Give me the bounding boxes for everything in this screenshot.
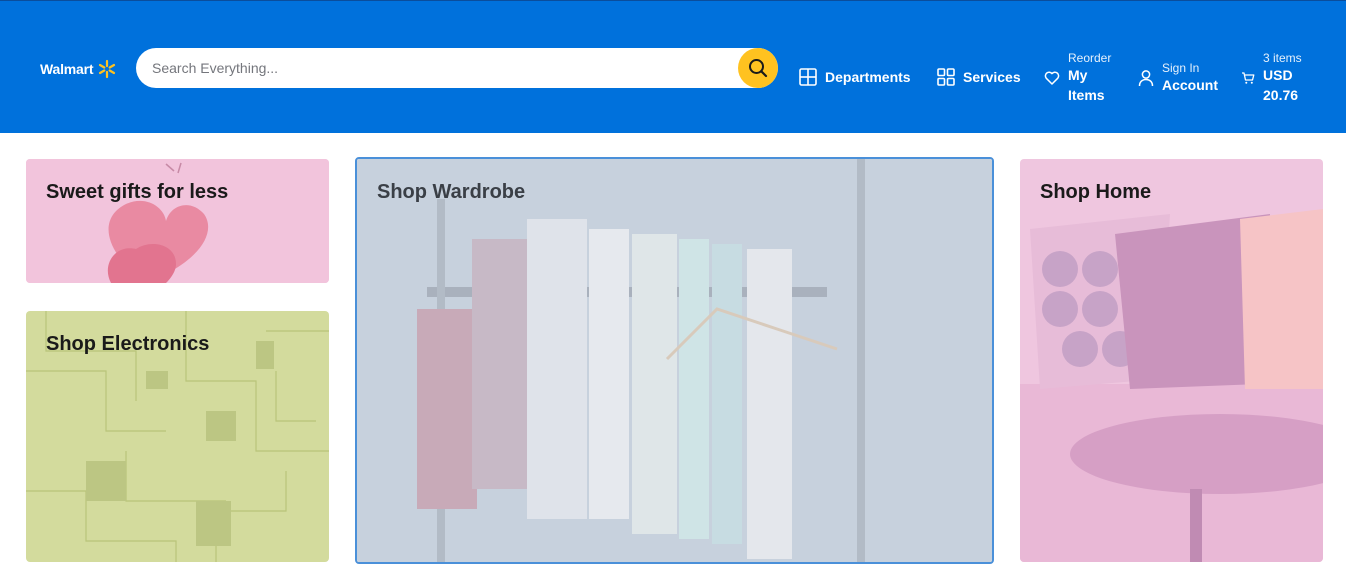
shop-home-title: Shop Home (1040, 181, 1152, 203)
cart-currency: USD (1263, 67, 1293, 83)
search-bar (136, 48, 778, 88)
shop-wardrobe-tile[interactable]: Shop Wardrobe (355, 157, 994, 564)
services-icon (937, 68, 955, 86)
shop-wardrobe-title: Shop Wardrobe (377, 181, 526, 203)
departments-label: Departments (825, 69, 911, 85)
cart-count: 3 items (1263, 51, 1302, 65)
heart-balloons-image (26, 159, 329, 283)
search-icon (749, 59, 768, 78)
services-label: Services (963, 69, 1021, 85)
account-button[interactable]: Sign In Account (1138, 61, 1218, 95)
shop-home-tile[interactable]: Shop Home (1020, 159, 1323, 562)
signin-small-label: Sign In (1162, 61, 1200, 75)
cart-icon (1242, 72, 1255, 84)
departments-button[interactable]: Departments (799, 68, 911, 86)
reorder-line1: My (1068, 67, 1088, 83)
search-input[interactable] (152, 48, 732, 88)
sofa-pillows-image (1020, 159, 1323, 562)
search-button[interactable] (738, 48, 778, 88)
logo-text: Walmart (40, 61, 94, 77)
reorder-my-items-button[interactable]: Reorder My Items (1044, 51, 1111, 105)
reorder-small-label: Reorder (1068, 51, 1112, 65)
sweet-gifts-title: Sweet gifts for less (46, 181, 229, 203)
shop-electronics-title: Shop Electronics (46, 333, 210, 355)
account-label: Account (1162, 77, 1218, 93)
site-header: Walmart Departments (0, 0, 1346, 133)
spark-icon (99, 59, 116, 79)
clothing-rack-image (357, 159, 992, 562)
sweet-gifts-tile[interactable]: Sweet gifts for less (26, 159, 329, 283)
cart-total: 20.76 (1263, 87, 1299, 103)
services-button[interactable]: Services (937, 68, 1021, 86)
heart-icon (1044, 71, 1060, 85)
cart-button[interactable]: 3 items USD 20.76 (1241, 51, 1302, 105)
departments-grid-icon (799, 68, 817, 86)
shop-electronics-tile[interactable]: Shop Electronics (26, 311, 329, 562)
walmart-logo[interactable]: Walmart (40, 59, 117, 79)
reorder-line2: Items (1068, 87, 1105, 103)
user-icon (1138, 70, 1154, 87)
